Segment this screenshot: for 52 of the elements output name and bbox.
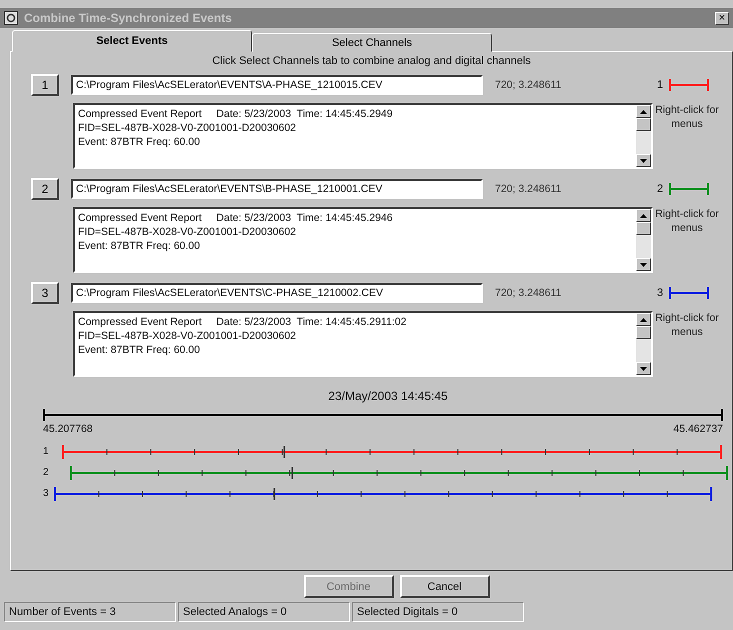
report-line: FID=SEL-487B-X028-V0-Z001001-D20030602 [78, 329, 298, 343]
file-path-field[interactable]: C:\Program Files\AcSELerator\EVENTS\A-PHASE_1210015.CEV [71, 75, 483, 95]
close-button[interactable]: × [715, 12, 729, 24]
start-time-label: 45.207768 [43, 423, 93, 435]
report-text-area[interactable]: Compressed Event Report Date: 5/23/2003 Time: 14:45:45.2911:02 FID=SEL-487B-X028-V0-Z001001-D20030602 Event: 87BTR Freq: 60.00 [73, 311, 653, 377]
report-text-area[interactable]: Compressed Event Report Date: 5/23/2003 Time: 14:45:45.2949 FID=SEL-487B-X028-V0-Z001001-D20030602 Event: 87BTR Freq: 60.00 [73, 103, 653, 169]
scroll-down-icon[interactable] [640, 262, 647, 266]
file-path-field[interactable]: C:\Program Files\AcSELerator\EVENTS\B-PHASE_1210001.CEV [71, 179, 483, 199]
scroll-down-icon[interactable] [640, 366, 647, 370]
end-time-label: 45.462737 [673, 423, 723, 435]
file-path-field[interactable]: C:\Program Files\AcSELerator\EVENTS\C-PHASE_1210002.CEV [71, 283, 483, 303]
scroll-up-icon[interactable] [640, 110, 647, 114]
report-line: Event: 87BTR Freq: 60.00 [78, 239, 201, 253]
report-line: Compressed Event Report Date: 5/23/2003 Time: 14:45:45.2911:02 [78, 315, 408, 329]
track-label: 2 [43, 467, 50, 478]
window-title: Combine Time-Synchronized Events [24, 11, 233, 25]
menu-hint-text: Right-click for menus [655, 103, 719, 132]
report-text-area[interactable]: Compressed Event Report Date: 5/23/2003 Time: 14:45:45.2946 FID=SEL-487B-X028-V0-Z001001-D20030602 Event: 87BTR Freq: 60.00 [73, 207, 653, 273]
scrollbar[interactable] [636, 313, 651, 375]
menu-hint-text: Right-click for menus [655, 207, 719, 236]
sample-rate-text: 720; 3.248611 [495, 79, 562, 91]
sample-rate-text: 720; 3.248611 [495, 183, 562, 195]
dialog-button[interactable]: Cancel [400, 575, 490, 598]
event-number-button[interactable]: 2 [31, 178, 59, 200]
report-line: Event: 87BTR Freq: 60.00 [78, 343, 201, 357]
report-line: Event: 87BTR Freq: 60.00 [78, 135, 201, 149]
menu-hint-text: Right-click for menus [655, 311, 719, 340]
status-bar-pane: Number of Events = 3 [4, 602, 176, 622]
status-bar-pane: Selected Digitals = 0 [352, 602, 524, 622]
event-number-button[interactable]: 1 [31, 74, 59, 96]
instruction-text: Click Select Channels tab to combine analog and digital channels [211, 55, 532, 67]
tab[interactable]: Select Events [12, 30, 252, 52]
scroll-up-icon[interactable] [640, 318, 647, 322]
event-number-button[interactable]: 3 [31, 282, 59, 304]
track-label: 3 [43, 488, 50, 499]
date-label: 23/May/2003 14:45:45 [327, 389, 449, 403]
report-line: Compressed Event Report Date: 5/23/2003 Time: 14:45:45.2949 [78, 107, 394, 121]
scroll-up-icon[interactable] [640, 214, 647, 218]
app-icon [4, 11, 18, 25]
tab[interactable]: Select Channels [252, 33, 492, 52]
legend-label: 3 [657, 287, 664, 299]
report-line: Compressed Event Report Date: 5/23/2003 Time: 14:45:45.2946 [78, 211, 394, 225]
scrollbar[interactable] [636, 209, 651, 271]
scrollbar[interactable] [636, 105, 651, 167]
report-line: FID=SEL-487B-X028-V0-Z001001-D20030602 [78, 121, 298, 135]
legend-label: 1 [657, 79, 664, 91]
legend-label: 2 [657, 183, 664, 195]
track-label: 1 [43, 446, 50, 457]
scroll-down-icon[interactable] [640, 158, 647, 162]
report-line: FID=SEL-487B-X028-V0-Z001001-D20030602 [78, 225, 298, 239]
sample-rate-text: 720; 3.248611 [495, 287, 562, 299]
status-bar-pane: Selected Analogs = 0 [178, 602, 350, 622]
